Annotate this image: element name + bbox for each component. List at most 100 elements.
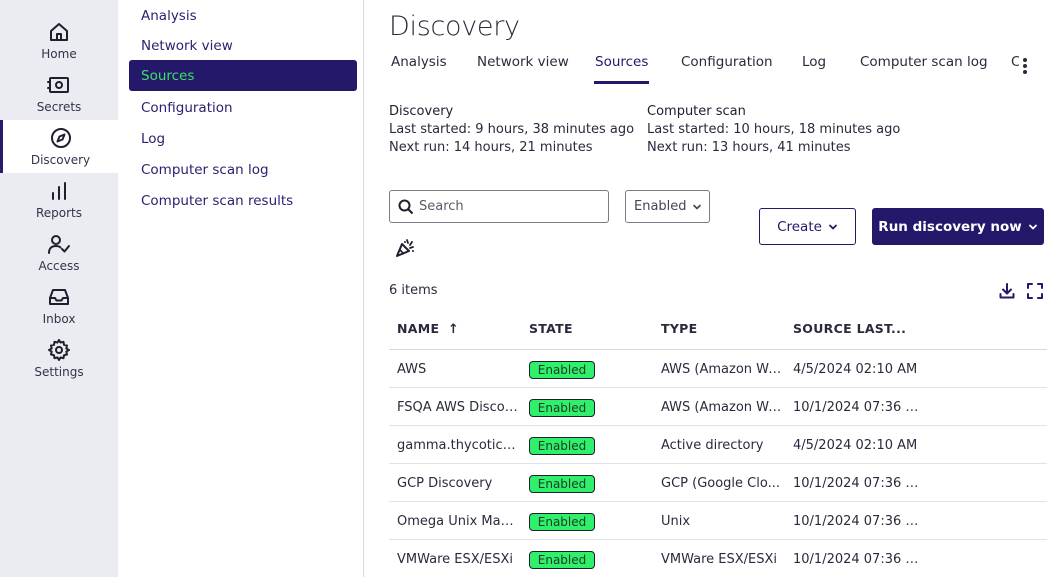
tab-network-view[interactable]: Network view: [477, 54, 569, 84]
main-content: Discovery Analysis Network view Sources …: [364, 0, 1059, 577]
tab-computer-scan-log[interactable]: Computer scan log: [860, 54, 988, 84]
rail-item-home[interactable]: Home: [0, 14, 118, 67]
table-row[interactable]: GCP Discovery Enabled GCP (Google Clo...…: [389, 464, 1047, 502]
search-icon: [398, 199, 414, 214]
rail-item-reports[interactable]: Reports: [0, 173, 118, 226]
cell-type: Unix: [661, 514, 691, 529]
rail-item-inbox[interactable]: Inbox: [0, 279, 118, 332]
chevron-down-icon: [829, 224, 837, 229]
cell-type: Active directory: [661, 438, 764, 453]
fullscreen-button[interactable]: [1026, 282, 1044, 300]
subnav-item-sources[interactable]: Sources: [129, 60, 357, 91]
fullscreen-icon: [1027, 283, 1043, 299]
cell-name[interactable]: gamma.thycotic....: [397, 438, 519, 453]
cell-name[interactable]: VMWare ESX/ESXi: [397, 552, 519, 567]
gear-icon: [48, 339, 70, 361]
user-check-icon: [48, 235, 70, 254]
cell-type: VMWare ESX/ESXi: [661, 552, 778, 567]
run-discovery-now-button[interactable]: Run discovery now: [872, 208, 1044, 245]
cell-source-last: 4/5/2024 02:10 AM: [793, 362, 918, 377]
status-badge: Enabled: [529, 475, 595, 493]
computer-scan-heading: Computer scan: [647, 104, 746, 119]
column-header-name[interactable]: NAME ↑: [397, 321, 459, 337]
cell-name[interactable]: Omega Unix Mac...: [397, 514, 519, 529]
tab-sources[interactable]: Sources: [593, 54, 650, 84]
subnav-item-log[interactable]: Log: [129, 123, 357, 154]
cell-name[interactable]: AWS: [397, 362, 519, 377]
compass-icon: [50, 128, 71, 148]
search-input[interactable]: [419, 199, 599, 214]
create-button-label: Create: [777, 218, 822, 235]
left-rail: Home Secrets Discovery Reports Access In…: [0, 0, 118, 577]
party-popper-icon[interactable]: [394, 237, 416, 259]
run-discovery-button-label: Run discovery now: [878, 218, 1022, 235]
status-badge: Enabled: [529, 361, 595, 379]
rail-item-secrets[interactable]: Secrets: [0, 67, 118, 120]
home-icon: [50, 23, 68, 41]
discovery-subnav: Analysis Network view Sources Configurat…: [118, 0, 364, 577]
tab-overflow-partial[interactable]: C: [1011, 54, 1019, 84]
tab-log[interactable]: Log: [802, 54, 826, 84]
search-box[interactable]: [389, 190, 609, 223]
state-filter-value: Enabled: [634, 199, 687, 214]
page-title: Discovery: [389, 11, 520, 42]
subnav-item-network-view[interactable]: Network view: [129, 30, 357, 61]
rail-item-label: Discovery: [30, 153, 91, 167]
subnav-item-analysis[interactable]: Analysis: [129, 0, 357, 31]
tab-configuration[interactable]: Configuration: [681, 54, 773, 84]
bar-chart-icon: [52, 182, 66, 200]
cell-source-last: 10/1/2024 07:36 A...: [793, 476, 923, 491]
status-badge: Enabled: [529, 399, 595, 417]
column-header-source-last[interactable]: SOURCE LAST...: [793, 321, 906, 336]
cell-name[interactable]: GCP Discovery: [397, 476, 519, 491]
table-row[interactable]: VMWare ESX/ESXi Enabled VMWare ESX/ESXi …: [389, 540, 1047, 577]
rail-item-settings[interactable]: Settings: [0, 332, 118, 385]
cell-source-last: 4/5/2024 02:10 AM: [793, 438, 918, 453]
cell-source-last: 10/1/2024 07:36 A...: [793, 514, 923, 529]
column-header-type[interactable]: TYPE: [661, 321, 697, 336]
sort-ascending-icon: ↑: [447, 322, 460, 337]
download-icon: [999, 283, 1015, 299]
discovery-status-heading: Discovery: [389, 104, 454, 119]
table-row[interactable]: FSQA AWS Discov... Enabled AWS (Amazon W…: [389, 388, 1047, 426]
subnav-item-configuration[interactable]: Configuration: [129, 92, 357, 123]
status-badge: Enabled: [529, 513, 595, 531]
export-button[interactable]: [998, 282, 1016, 300]
table-row[interactable]: Omega Unix Mac... Enabled Unix 10/1/2024…: [389, 502, 1047, 540]
rail-item-label: Home: [41, 47, 77, 61]
rail-item-label: Reports: [35, 206, 83, 220]
state-filter-select[interactable]: Enabled: [625, 190, 710, 223]
discovery-next-run: Next run: 14 hours, 21 minutes: [389, 140, 593, 155]
chevron-down-icon: [692, 204, 701, 209]
cell-source-last: 10/1/2024 07:36 A...: [793, 552, 923, 567]
rail-item-label: Inbox: [42, 312, 76, 326]
table-row[interactable]: gamma.thycotic.... Enabled Active direct…: [389, 426, 1047, 464]
cell-name[interactable]: FSQA AWS Discov...: [397, 400, 519, 415]
table-header: NAME ↑ STATE TYPE SOURCE LAST...: [389, 310, 1047, 350]
sources-table: NAME ↑ STATE TYPE SOURCE LAST... AWS Ena…: [389, 310, 1047, 577]
subnav-item-computer-scan-log[interactable]: Computer scan log: [129, 154, 357, 185]
cell-source-last: 10/1/2024 07:36 A...: [793, 400, 923, 415]
status-badge: Enabled: [529, 437, 595, 455]
computer-scan-last-started: Last started: 10 hours, 18 minutes ago: [647, 122, 901, 137]
rail-item-discovery[interactable]: Discovery: [0, 120, 118, 173]
rail-item-label: Secrets: [36, 100, 82, 114]
item-count: 6 items: [389, 283, 438, 298]
cell-type: GCP (Google Clo...: [661, 476, 780, 491]
inbox-icon: [49, 289, 69, 305]
rail-item-label: Access: [38, 259, 80, 273]
column-header-name-label: NAME: [397, 321, 440, 336]
cell-type: AWS (Amazon We...: [661, 400, 783, 415]
rail-item-access[interactable]: Access: [0, 226, 118, 279]
cell-type: AWS (Amazon We...: [661, 362, 783, 377]
subnav-item-computer-scan-results[interactable]: Computer scan results: [129, 185, 357, 216]
discovery-last-started: Last started: 9 hours, 38 minutes ago: [389, 122, 635, 137]
tab-analysis[interactable]: Analysis: [391, 54, 447, 84]
more-tabs-kebab-icon[interactable]: [1022, 58, 1028, 74]
tab-bar: Analysis Network view Sources Configurat…: [389, 54, 1059, 86]
status-badge: Enabled: [529, 551, 595, 569]
column-header-state[interactable]: STATE: [529, 321, 573, 336]
table-row[interactable]: AWS Enabled AWS (Amazon We... 4/5/2024 0…: [389, 350, 1047, 388]
safe-icon: [47, 77, 69, 93]
create-button[interactable]: Create: [759, 208, 856, 245]
